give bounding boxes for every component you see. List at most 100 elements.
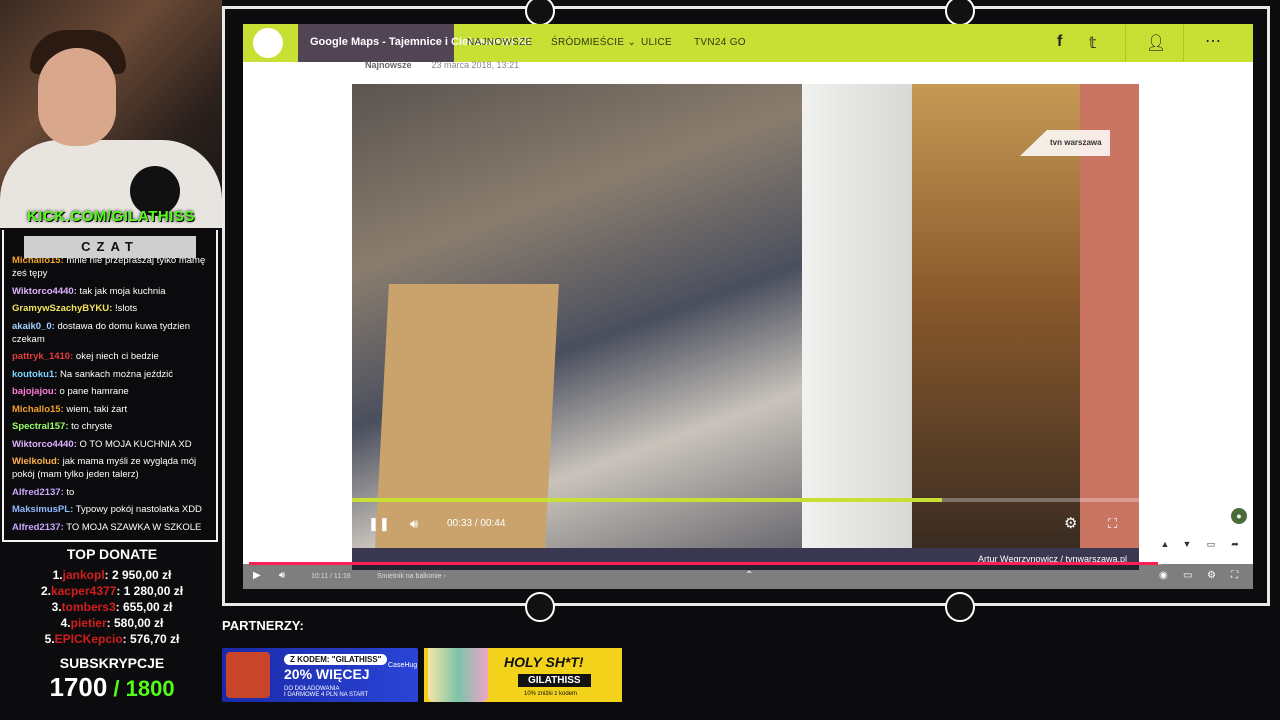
chevron-up-icon[interactable]: ⌃ <box>745 570 753 581</box>
chat-username[interactable]: GramywSzachyBYKU: <box>12 303 112 314</box>
chat-text: !slots <box>114 303 138 314</box>
chat-message: akaik0_0: dostawa do domu kuwa tydzien c… <box>12 320 212 346</box>
chat-username[interactable]: bajojajou: <box>12 386 57 397</box>
donate-name: kacper4377 <box>50 584 117 598</box>
fullscreen-icon[interactable]: ⛶ <box>1108 516 1117 532</box>
chat-text: Typowy pokój nastolatka XDD <box>75 504 202 515</box>
volume-icon[interactable]: 🔊︎ <box>410 516 418 532</box>
promo-brand: CaseHug <box>388 662 418 669</box>
settings-gear-icon[interactable]: ⚙ <box>1207 570 1216 581</box>
nav-tvn24go[interactable]: TVN24 GO <box>694 37 746 48</box>
promo-subline: DO DOŁADOWANIA I DARMOWE 4 PLN NA START <box>284 686 369 698</box>
promo-headline: 20% WIĘCEJ <box>284 666 370 682</box>
donate-rank: 5. <box>44 632 55 646</box>
chat-message: Alfred2137: TO MOJA SZAWKA W SZKOLE <box>12 521 212 534</box>
donate-amount: : 1 280,00 zł <box>116 584 184 598</box>
subs-title: SUBSKRYPCJE <box>59 655 165 671</box>
chat-message: pattryk_1410: okej niech ci bedzie <box>12 350 212 363</box>
treasure-chest-icon <box>226 652 270 698</box>
like-icon[interactable]: ▲ <box>1157 536 1173 552</box>
volume-icon[interactable]: 🔊︎ <box>279 570 285 581</box>
donate-list: 1.jankopl: 2 950,00 zł 2.kacper4377: 1 28… <box>0 568 224 648</box>
donate-rank: 3. <box>51 600 62 614</box>
chat-text: okej niech ci bedzie <box>75 351 159 362</box>
donate-name: EPICKepcio <box>54 632 123 646</box>
promo2-note: 10% zniżki z kodem <box>524 691 578 697</box>
donate-amount: : 2 950,00 zł <box>104 568 172 582</box>
chat-username[interactable]: Alfred2137: <box>12 522 64 533</box>
donate-rank: 1. <box>52 568 63 582</box>
autoplay-toggle-icon[interactable]: ◉ <box>1159 570 1168 581</box>
nav-najnowsze[interactable]: NAJNOWSZE <box>467 37 532 48</box>
donate-name: tombers3 <box>61 600 116 614</box>
video-progress-fill <box>352 498 943 502</box>
more-menu-icon[interactable]: ⋯ <box>1205 31 1221 51</box>
subs-goal: / 1800 <box>107 676 175 701</box>
chat-message: Wielkolud: jak mama myśli ze wygląda mój… <box>12 455 212 481</box>
dislike-icon[interactable]: ▼ <box>1179 536 1195 552</box>
article-category[interactable]: Najnowsze <box>365 60 412 70</box>
chat-username[interactable]: Wiktorco4440: <box>12 439 77 450</box>
kick-handle: KICK.COM/GILATHISS <box>27 208 195 225</box>
article-date: 23 marca 2018, 13:21 <box>431 60 520 70</box>
comment-icon[interactable]: ▭ <box>1203 536 1219 552</box>
chat-username[interactable]: Wiktorco4440: <box>12 286 77 297</box>
nav-srodmiescie[interactable]: ŚRÓDMIEŚCIE ⌄ <box>551 37 636 48</box>
subs-current: 1700 <box>49 672 108 702</box>
donate-row: 3.tombers3: 655,00 zł <box>0 600 224 616</box>
chat-text: o pane hamrane <box>59 386 129 397</box>
chat-username[interactable]: pattryk_1410: <box>12 351 73 362</box>
pause-icon[interactable]: ❚❚ <box>368 516 390 532</box>
chat-message: Alfred2137: to <box>12 486 212 499</box>
user-icon[interactable]: 👤︎ <box>1146 33 1166 53</box>
casehug-promo-banner[interactable]: Z KODEM: "GILATHISS" 20% WIĘCEJ DO DOŁAD… <box>222 648 418 702</box>
video-player[interactable]: tvn warszawa ❚❚ 🔊︎ 00:33 / 00:44 ⚙ ⛶ <box>352 84 1139 548</box>
chat-message: Wiktorco4440: O TO MOJA KUCHNIA XD <box>12 438 212 451</box>
donate-row: 5.EPICKepcio: 576,70 zł <box>0 632 224 648</box>
settings-gear-icon[interactable]: ⚙ <box>1064 514 1077 532</box>
chat-text: TO MOJA SZAWKA W SZKOLE <box>66 521 202 533</box>
share-icon[interactable]: ➦ <box>1227 536 1243 552</box>
donate-amount: : 576,70 zł <box>122 632 180 646</box>
chat-username[interactable]: akaik0_0: <box>12 321 55 332</box>
player-time: 10:11 / 11:16 <box>311 573 351 580</box>
fullscreen-icon[interactable]: ⛶ <box>1231 570 1238 581</box>
chat-username[interactable]: MaksimusPL: <box>12 504 73 515</box>
chat-username[interactable]: Alfred2137: <box>12 487 64 498</box>
chat-text: Na sankach można jeździć <box>60 368 174 380</box>
chat-username[interactable]: Michallo15: <box>12 404 64 415</box>
subs-count: 1700 / 1800 <box>0 672 224 703</box>
donate-amount: : 580,00 zł <box>106 616 164 630</box>
player-progress-fill <box>249 562 1159 565</box>
article-meta: Najnowsze 23 marca 2018, 13:21 <box>365 60 519 70</box>
player-chapter[interactable]: Śmietnik na balkonie › <box>377 573 446 580</box>
facebook-icon[interactable]: f <box>1057 33 1062 51</box>
donate-rank: 4. <box>60 616 71 630</box>
badge-icon: ● <box>1231 508 1247 524</box>
holyshit-promo-banner[interactable]: HOLY SH*T! GILATHISS 10% zniżki z kodem <box>424 648 622 702</box>
donate-name: pietier <box>70 616 107 630</box>
bottom-player-bar: ▶ 🔊︎ 10:11 / 11:16 Śmietnik na balkonie … <box>243 562 1253 589</box>
play-icon[interactable]: ▶ <box>253 570 261 581</box>
site-logo-icon[interactable] <box>253 28 283 58</box>
chat-username[interactable]: Spectral157: <box>12 421 69 432</box>
emblem-icon <box>945 592 975 622</box>
drink-cans-image <box>428 648 488 702</box>
subtitles-icon[interactable]: ▭ <box>1183 570 1192 581</box>
donate-amount: : 655,00 zł <box>115 600 173 614</box>
chat-message: Michallo15: wiem, taki żart <box>12 403 212 416</box>
chat-username[interactable]: Wielkolud: <box>12 456 60 467</box>
promo2-code: GILATHISS <box>518 674 591 687</box>
chat-message: GramywSzachyBYKU: !slots <box>12 302 212 315</box>
twitter-icon[interactable]: 𝕥 <box>1089 33 1096 53</box>
browser-page: Google Maps - Tajemnice i Ciekawostki 33… <box>243 24 1253 589</box>
nav-ulice[interactable]: ULICE <box>641 37 672 48</box>
chat-text: tak jak moja kuchnia <box>79 285 166 297</box>
chat-text: to <box>66 486 75 498</box>
tab-title-overlay: Google Maps - Tajemnice i Ciekawostki 33 <box>298 24 530 62</box>
chat-text: O TO MOJA KUCHNIA XD <box>79 438 192 450</box>
donate-row: 1.jankopl: 2 950,00 zł <box>0 568 224 584</box>
chat-message: bajojajou: o pane hamrane <box>12 385 212 398</box>
video-time: 00:33 / 00:44 <box>447 518 506 529</box>
chat-username[interactable]: koutoku1: <box>12 369 57 380</box>
